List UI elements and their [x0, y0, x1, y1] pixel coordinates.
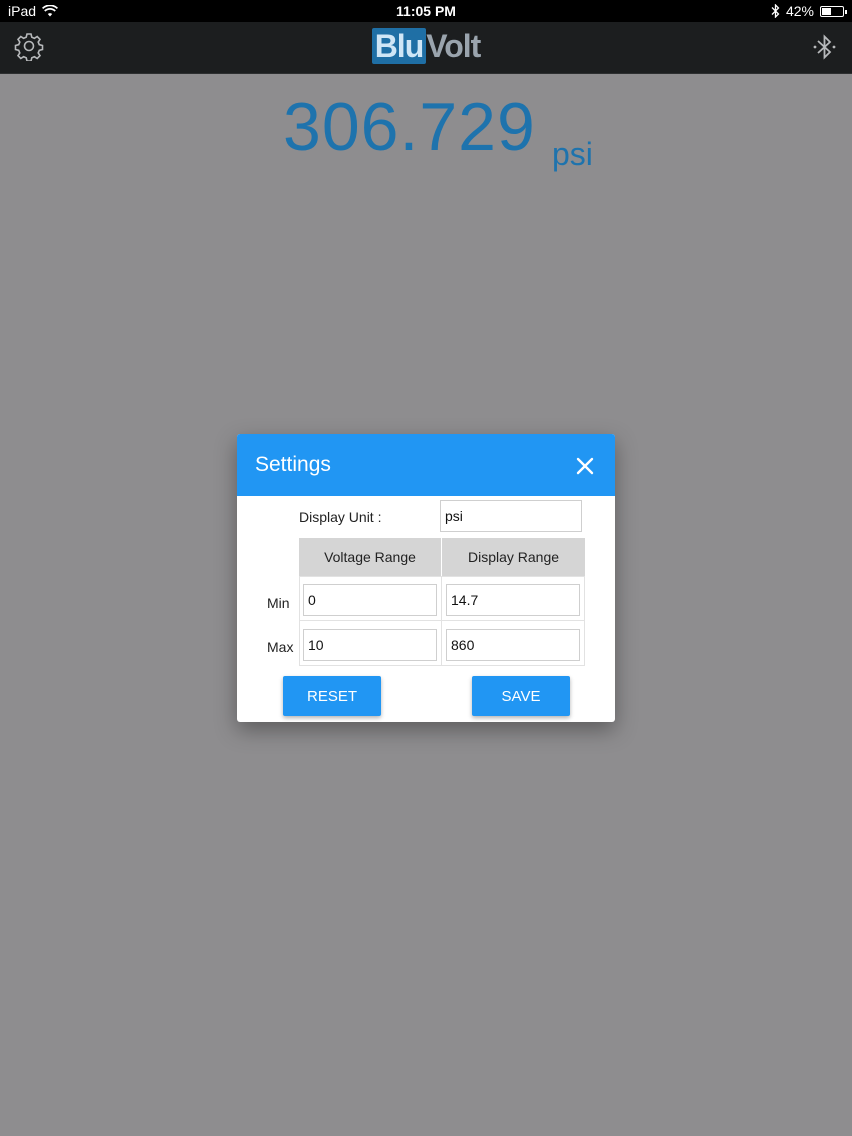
max-display-input[interactable]: [446, 629, 580, 661]
row-label-max: Max: [267, 639, 294, 655]
row-label-min: Min: [267, 595, 290, 611]
column-header-voltage-range: Voltage Range: [299, 538, 441, 576]
bluvolt-logo: BluVolt: [0, 28, 852, 65]
close-icon: [576, 457, 594, 475]
bluetooth-status-icon: [771, 4, 780, 18]
pressure-reading: 306.729 psi: [0, 88, 852, 188]
logo-blu: Blu: [371, 28, 427, 64]
battery-icon: [820, 5, 847, 17]
status-time: 11:05 PM: [396, 3, 456, 19]
logo-volt: Volt: [426, 28, 481, 64]
nav-bar: BluVolt: [0, 22, 852, 74]
settings-dialog: Settings Display Unit : Voltage Range Di…: [237, 434, 615, 722]
reset-button[interactable]: RESET: [283, 676, 381, 716]
bluetooth-button[interactable]: [812, 32, 838, 62]
display-unit-input[interactable]: [440, 500, 582, 532]
bluetooth-icon: [813, 34, 836, 60]
save-button[interactable]: SAVE: [472, 676, 570, 716]
reading-value: 306.729: [283, 89, 536, 165]
dialog-header: Settings: [237, 434, 615, 496]
close-button[interactable]: [575, 456, 595, 476]
reading-unit: psi: [552, 136, 593, 172]
min-display-input[interactable]: [446, 584, 580, 616]
status-bar: iPad 11:05 PM 42%: [0, 0, 852, 22]
status-right: 42%: [771, 3, 847, 19]
dialog-title: Settings: [255, 453, 331, 476]
display-unit-label: Display Unit :: [299, 509, 382, 525]
max-voltage-input[interactable]: [303, 629, 437, 661]
column-header-display-range: Display Range: [442, 538, 585, 576]
battery-percent: 42%: [785, 3, 814, 19]
min-voltage-input[interactable]: [303, 584, 437, 616]
